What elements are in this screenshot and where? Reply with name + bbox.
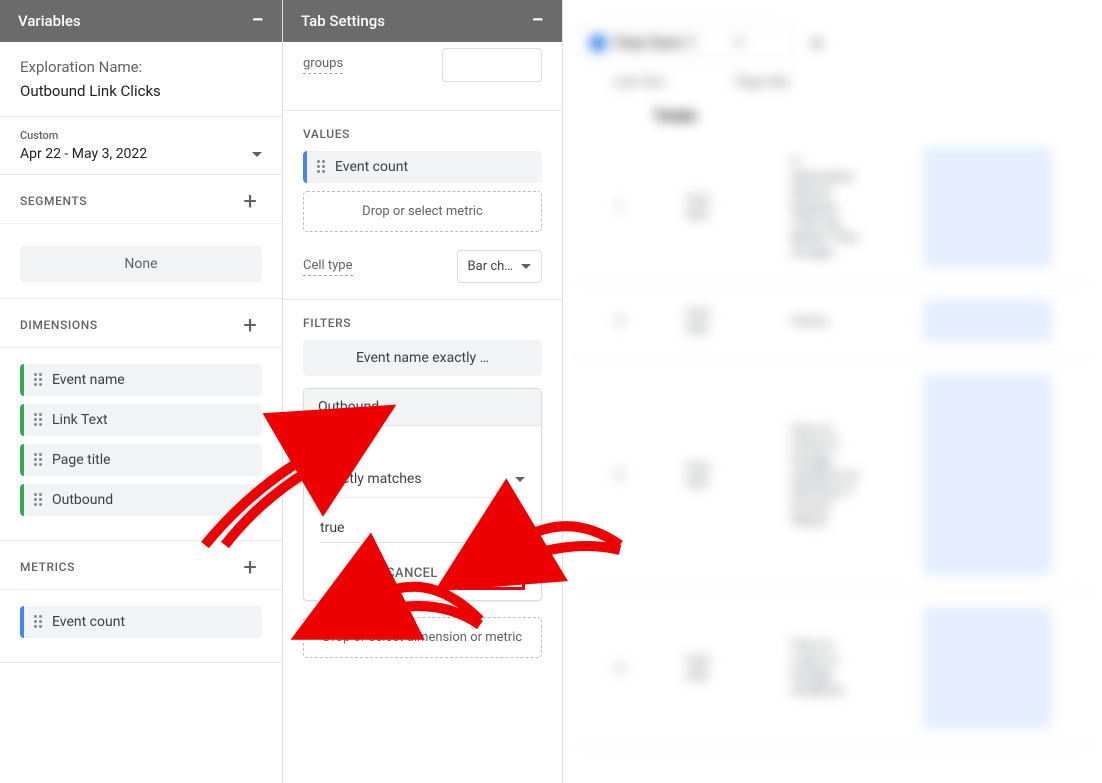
values-drop-zone[interactable]: Drop or select metric bbox=[303, 191, 542, 232]
date-range-value: Apr 22 - May 3, 2022 bbox=[20, 146, 147, 162]
row-cell: (not set) bbox=[686, 192, 731, 222]
exploration-canvas: Free form 1 + Link Text Page title Total… bbox=[563, 0, 1102, 783]
dimension-chip-label: Link Text bbox=[52, 412, 108, 428]
drag-handle-icon bbox=[34, 493, 44, 507]
value-chip[interactable]: Event count bbox=[303, 151, 542, 183]
filter-dimension-name: Outbound bbox=[304, 389, 541, 426]
row-cell: (not set) bbox=[686, 653, 731, 683]
drag-handle-icon bbox=[34, 453, 44, 467]
dimension-chip[interactable]: Link Text bbox=[20, 404, 262, 436]
add-metric-icon[interactable]: + bbox=[238, 555, 262, 579]
bar-cell bbox=[923, 608, 1053, 728]
row-number: 4 bbox=[613, 661, 626, 676]
totals-label: Totals bbox=[573, 100, 1092, 131]
cell-type-label: Cell type bbox=[303, 258, 353, 276]
dimension-chip[interactable]: Page title bbox=[20, 444, 262, 476]
row-cell: How to Check if Google Analytics Is Work… bbox=[791, 423, 862, 528]
tab-settings-panel: Tab Settings − groups VALUES Event count… bbox=[283, 0, 563, 783]
date-preset-badge: Custom bbox=[20, 129, 262, 142]
segments-section-header: SEGMENTS + bbox=[0, 175, 282, 224]
row-groups-count-box[interactable] bbox=[442, 48, 542, 82]
cancel-button[interactable]: CANCEL bbox=[378, 560, 446, 587]
filter-value-input[interactable] bbox=[320, 512, 525, 543]
date-range-section[interactable]: Custom Apr 22 - May 3, 2022 bbox=[0, 117, 282, 175]
table-row: 4 (not set) How to Login to Google Analy… bbox=[573, 592, 1092, 745]
dimensions-title: DIMENSIONS bbox=[20, 318, 98, 332]
settings-header: Tab Settings − bbox=[283, 0, 562, 42]
drag-handle-icon bbox=[317, 160, 327, 174]
row-number: 3 bbox=[613, 468, 626, 483]
row-number: 2 bbox=[613, 314, 626, 329]
drag-handle-icon bbox=[34, 615, 44, 629]
add-segment-icon[interactable]: + bbox=[238, 189, 262, 213]
apply-button[interactable]: APPLY bbox=[458, 557, 525, 590]
chevron-down-icon bbox=[734, 40, 744, 45]
value-chip-label: Event count bbox=[335, 159, 408, 175]
dimension-chip[interactable]: Outbound bbox=[20, 484, 262, 516]
table-row: 3 (not set) How to Check if Google Analy… bbox=[573, 359, 1092, 592]
row-cell: (not set) bbox=[686, 306, 731, 336]
filter-editor-card: Outbound Filter exactly matches CANCEL A… bbox=[303, 388, 542, 601]
chevron-down-icon bbox=[252, 152, 262, 157]
bar-cell bbox=[923, 375, 1053, 575]
segments-none-chip[interactable]: None bbox=[20, 246, 262, 282]
dimension-chip-label: Page title bbox=[52, 452, 111, 468]
dimension-chip[interactable]: Event name bbox=[20, 364, 262, 396]
metric-chip-label: Event count bbox=[52, 614, 125, 630]
row-number: 1 bbox=[613, 200, 626, 215]
bar-cell bbox=[923, 147, 1053, 267]
variables-title: Variables bbox=[18, 12, 81, 30]
col-header: Link Text bbox=[613, 75, 665, 90]
tab-label: Free form 1 bbox=[614, 33, 696, 52]
variables-header: Variables − bbox=[0, 0, 282, 42]
exploration-name-value[interactable]: Outbound Link Clicks bbox=[20, 82, 262, 100]
filter-match-type-value: exactly matches bbox=[320, 471, 422, 487]
metrics-title: METRICS bbox=[20, 560, 75, 574]
exploration-name-section: Exploration Name: Outbound Link Clicks bbox=[0, 42, 282, 117]
add-dimension-icon[interactable]: + bbox=[238, 313, 262, 337]
row-groups-label: groups bbox=[303, 56, 343, 74]
row-cell: 9 Alternative Search Engines That Are Be… bbox=[791, 155, 862, 260]
filters-drop-zone[interactable]: Drop or select dimension or metric bbox=[303, 617, 542, 658]
dimension-chip-label: Outbound bbox=[52, 492, 113, 508]
filters-title: FILTERS bbox=[303, 316, 542, 330]
metric-chip[interactable]: Event count bbox=[20, 606, 262, 638]
add-tab-icon[interactable]: + bbox=[805, 31, 829, 55]
bar-cell bbox=[923, 300, 1053, 342]
cell-type-select[interactable]: Bar ch… bbox=[457, 250, 542, 283]
dimension-chip-label: Event name bbox=[52, 372, 125, 388]
dimensions-section-header: DIMENSIONS + bbox=[0, 299, 282, 348]
metrics-section-header: METRICS + bbox=[0, 541, 282, 590]
values-title: VALUES bbox=[303, 127, 542, 141]
settings-title: Tab Settings bbox=[301, 12, 385, 30]
tab-freeform[interactable]: Free form 1 bbox=[579, 26, 795, 59]
chevron-down-icon bbox=[515, 477, 525, 482]
row-cell: (not set) bbox=[686, 460, 731, 490]
filter-match-type-select[interactable]: exactly matches bbox=[320, 465, 525, 498]
table-row: 2 (not set) Canva bbox=[573, 284, 1092, 359]
drag-handle-icon bbox=[34, 373, 44, 387]
variables-panel: Variables − Exploration Name: Outbound L… bbox=[0, 0, 283, 783]
row-cell: How to Login to Google Analytics bbox=[791, 638, 862, 698]
col-header: Page title bbox=[735, 75, 789, 90]
row-cell: Canva bbox=[791, 314, 862, 329]
check-icon bbox=[590, 35, 606, 51]
chevron-down-icon bbox=[521, 264, 531, 269]
table-row: 1 (not set) 9 Alternative Search Engines… bbox=[573, 131, 1092, 284]
drag-handle-icon bbox=[34, 413, 44, 427]
cell-type-value: Bar ch… bbox=[468, 259, 513, 274]
filter-existing-chip[interactable]: Event name exactly … bbox=[303, 340, 542, 376]
filter-label: Filter bbox=[320, 440, 525, 455]
segments-title: SEGMENTS bbox=[20, 194, 87, 208]
exploration-name-label: Exploration Name: bbox=[20, 58, 262, 76]
